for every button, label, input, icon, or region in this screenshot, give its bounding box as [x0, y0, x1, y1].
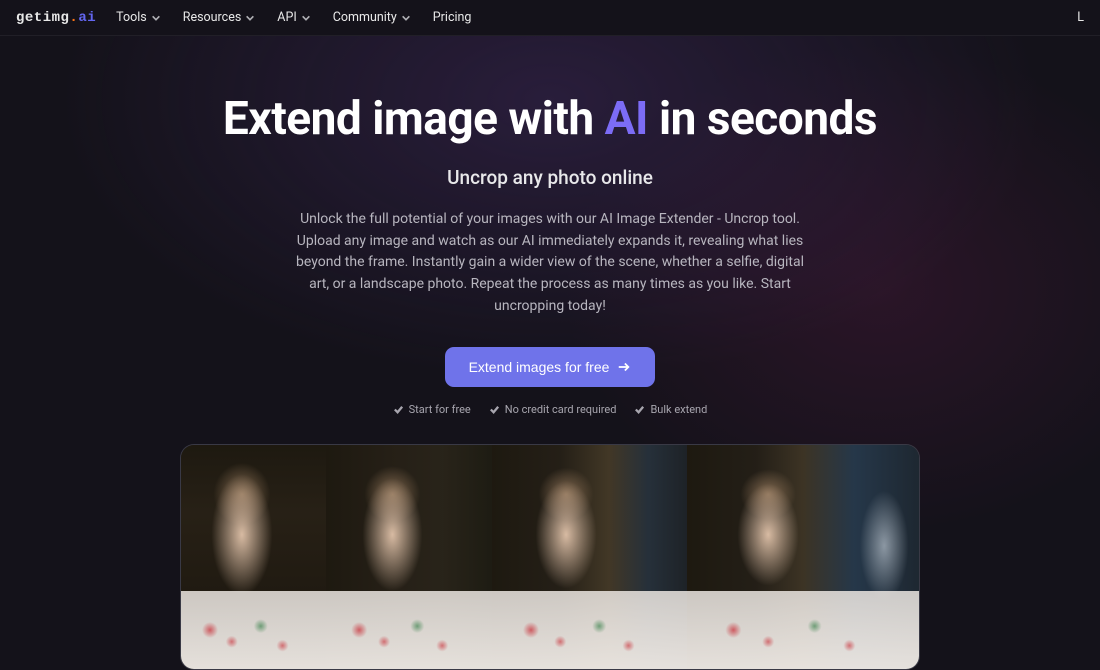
description: Unlock the full potential of your images…: [295, 209, 805, 317]
hero: Extend image with AI in seconds Uncrop a…: [0, 36, 1100, 670]
nav-api[interactable]: API: [277, 10, 310, 25]
nav-items: Tools Resources API Community Pricing: [116, 10, 471, 25]
navbar: getimg.ai Tools Resources API Community …: [0, 0, 1100, 36]
nav-label: Pricing: [433, 10, 472, 25]
logo-text-1: getimg: [16, 10, 69, 26]
nav-label: Community: [333, 10, 397, 25]
feature-item: Bulk extend: [634, 403, 707, 416]
features-list: Start for free No credit card required B…: [20, 403, 1080, 416]
logo[interactable]: getimg.ai: [16, 10, 96, 26]
title-highlight: AI: [605, 92, 648, 146]
showcase-image-3: [492, 445, 687, 669]
check-icon: [393, 404, 404, 415]
arrow-right-icon: [617, 360, 631, 374]
title-pre: Extend image with: [223, 92, 605, 146]
cta-label: Extend images for free: [469, 359, 610, 375]
title-post: in seconds: [648, 92, 877, 146]
logo-dot: .: [69, 10, 78, 26]
nav-tools[interactable]: Tools: [116, 10, 161, 25]
feature-label: No credit card required: [505, 403, 617, 416]
chevron-down-icon: [245, 13, 255, 23]
nav-community[interactable]: Community: [333, 10, 411, 25]
feature-item: Start for free: [393, 403, 471, 416]
extend-images-button[interactable]: Extend images for free: [445, 347, 656, 387]
subtitle: Uncrop any photo online: [20, 166, 1080, 189]
showcase-row: [180, 444, 920, 670]
showcase-image-1: [181, 445, 326, 669]
chevron-down-icon: [301, 13, 311, 23]
chevron-down-icon: [151, 13, 161, 23]
nav-label: API: [277, 10, 296, 25]
feature-item: No credit card required: [489, 403, 617, 416]
check-icon: [634, 404, 645, 415]
logo-text-2: ai: [78, 10, 96, 26]
chevron-down-icon: [401, 13, 411, 23]
nav-right-label: L: [1077, 10, 1084, 25]
nav-resources[interactable]: Resources: [183, 10, 256, 25]
nav-pricing[interactable]: Pricing: [433, 10, 472, 25]
nav-label: Resources: [183, 10, 242, 25]
feature-label: Start for free: [409, 403, 471, 416]
page-title: Extend image with AI in seconds: [20, 92, 1080, 146]
nav-right[interactable]: L: [1077, 10, 1084, 25]
nav-label: Tools: [116, 10, 147, 25]
showcase-image-2: [326, 445, 492, 669]
feature-label: Bulk extend: [650, 403, 707, 416]
showcase-image-4: [687, 445, 919, 669]
check-icon: [489, 404, 500, 415]
